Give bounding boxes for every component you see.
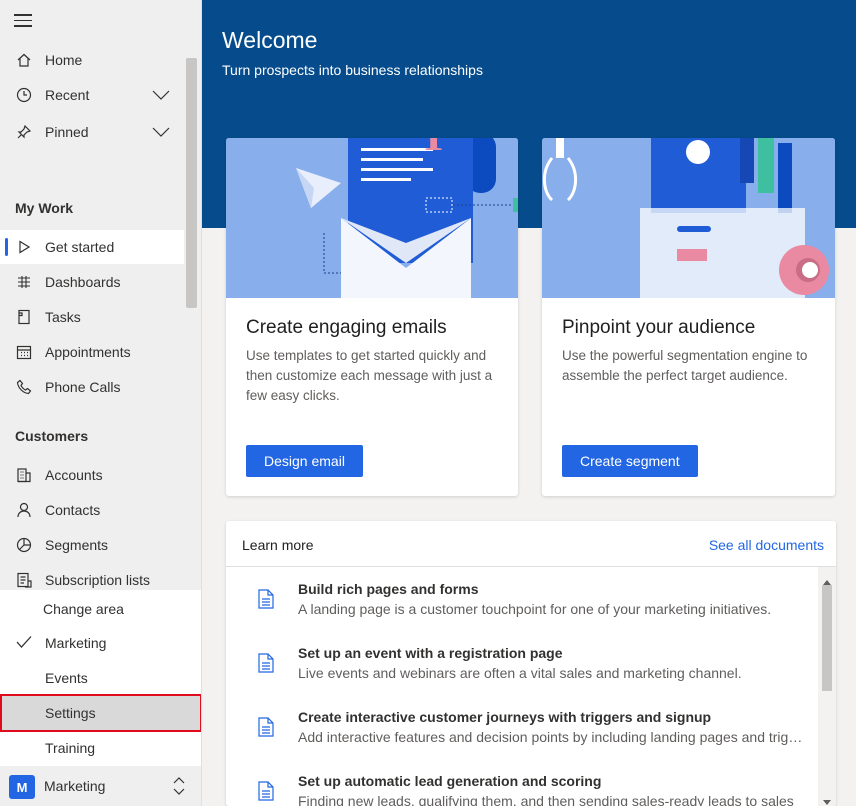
list-item[interactable]: Set up automatic lead generation and sco…: [226, 759, 818, 806]
area-item-label: Settings: [45, 705, 96, 721]
change-area-title: Change area: [43, 601, 124, 617]
scrollbar-thumb[interactable]: [822, 585, 832, 691]
person-icon: [15, 501, 33, 519]
nav-item-pinned[interactable]: Pinned: [0, 115, 184, 149]
nav-item-label: Phone Calls: [45, 379, 121, 395]
card-title: Create engaging emails: [246, 317, 447, 338]
main-content: Welcome Turn prospects into business rel…: [202, 0, 856, 806]
svg-text:T: T: [419, 138, 448, 160]
nav-item-label: Home: [45, 52, 83, 68]
learn-more-list: Build rich pages and forms A landing pag…: [226, 567, 818, 806]
checkmark-icon: [16, 635, 32, 652]
nav-item-get-started[interactable]: Get started: [0, 230, 184, 264]
nav-item-phone-calls[interactable]: Phone Calls: [0, 370, 184, 404]
list-item-title: Build rich pages and forms: [298, 581, 479, 597]
card-emails: T Create engaging emails Use templates t…: [226, 138, 518, 496]
sidebar-scrollbar[interactable]: [186, 58, 197, 308]
area-item-label: Events: [45, 670, 88, 686]
sitemap-sidebar: Home Recent Pinned My Work Get started D…: [0, 0, 202, 806]
area-item-label: Marketing: [45, 635, 107, 651]
chevron-up-down-icon: [172, 776, 186, 801]
phone-icon: [15, 378, 33, 396]
area-item-marketing[interactable]: Marketing: [2, 626, 200, 660]
nav-item-label: Segments: [45, 537, 109, 553]
list-item-description: Finding new leads, qualifying them, and …: [298, 793, 794, 806]
nav-item-label: Recent: [45, 87, 90, 103]
nav-item-segments[interactable]: Segments: [0, 528, 184, 562]
learn-more-title: Learn more: [242, 537, 314, 553]
chevron-down-icon[interactable]: [152, 88, 170, 104]
audience-illustration: [542, 138, 835, 298]
email-illustration: T: [226, 138, 518, 298]
list-item[interactable]: Build rich pages and forms A landing pag…: [226, 567, 818, 631]
list-item-description: Add interactive features and decision po…: [298, 729, 810, 745]
learn-more-panel: Learn more See all documents Build rich …: [226, 521, 836, 806]
nav-item-appointments[interactable]: Appointments: [0, 335, 184, 369]
nav-item-label: Get started: [45, 239, 115, 255]
chevron-down-icon[interactable]: [152, 125, 170, 141]
learn-more-scrollbar[interactable]: [818, 567, 836, 806]
design-email-button[interactable]: Design email: [246, 445, 363, 477]
scroll-down-icon[interactable]: [823, 793, 831, 806]
play-icon: [15, 238, 33, 256]
document-icon: [258, 653, 274, 678]
page-subtitle: Turn prospects into business relationshi…: [222, 62, 483, 78]
document-icon: [258, 781, 274, 806]
card-title: Pinpoint your audience: [562, 317, 756, 338]
area-item-label: Training: [45, 740, 96, 756]
nav-item-label: Accounts: [45, 467, 103, 483]
document-icon: [258, 717, 274, 742]
nav-item-label: Tasks: [45, 309, 81, 325]
clock-icon: [15, 86, 33, 104]
list-item[interactable]: Set up an event with a registration page…: [226, 631, 818, 695]
change-area-menu: Change area Marketing Events Settings Tr…: [0, 590, 201, 766]
list-item-title: Set up an event with a registration page: [298, 645, 563, 661]
document-icon: [258, 589, 274, 614]
area-switcher[interactable]: M Marketing: [0, 766, 201, 806]
nav-item-tasks[interactable]: Tasks: [0, 300, 184, 334]
section-my-work: My Work: [15, 200, 74, 216]
home-icon: [15, 51, 33, 69]
list-item[interactable]: Create interactive customer journeys wit…: [226, 695, 818, 759]
list-item-title: Create interactive customer journeys wit…: [298, 709, 712, 725]
hamburger-menu-icon[interactable]: [14, 14, 32, 28]
page-title: Welcome: [222, 27, 318, 53]
card-description: Use templates to get started quickly and…: [246, 348, 493, 403]
area-switcher-label: Marketing: [44, 778, 106, 794]
list-item-description: A landing page is a customer touchpoint …: [298, 601, 772, 617]
list-icon: [15, 571, 33, 589]
nav-item-label: Contacts: [45, 502, 101, 518]
area-item-settings[interactable]: Settings: [0, 694, 201, 732]
segments-icon: [15, 536, 33, 554]
nav-item-label: Appointments: [45, 344, 131, 360]
area-item-events[interactable]: Events: [2, 661, 200, 695]
pin-icon: [15, 123, 33, 141]
nav-item-label: Subscription lists: [45, 572, 151, 588]
area-badge: M: [9, 775, 35, 799]
building-icon: [15, 466, 33, 484]
create-segment-button[interactable]: Create segment: [562, 445, 698, 477]
list-item-title: Set up automatic lead generation and sco…: [298, 773, 602, 789]
nav-item-label: Dashboards: [45, 274, 121, 290]
nav-item-contacts[interactable]: Contacts: [0, 493, 184, 527]
see-all-documents-link[interactable]: See all documents: [709, 537, 824, 553]
nav-item-home[interactable]: Home: [0, 43, 184, 77]
dashboard-icon: [15, 273, 33, 291]
nav-item-accounts[interactable]: Accounts: [0, 458, 184, 492]
calendar-icon: [15, 343, 33, 361]
nav-item-recent[interactable]: Recent: [0, 78, 184, 112]
card-description: Use the powerful segmentation engine to …: [562, 348, 808, 383]
card-audience: Pinpoint your audience Use the powerful …: [542, 138, 835, 496]
tasks-icon: [15, 308, 33, 326]
learn-more-header: Learn more See all documents: [226, 521, 836, 567]
list-item-description: Live events and webinars are often a vit…: [298, 665, 742, 681]
nav-item-dashboards[interactable]: Dashboards: [0, 265, 184, 299]
section-customers: Customers: [15, 428, 89, 444]
nav-item-label: Pinned: [45, 124, 89, 140]
area-item-training[interactable]: Training: [2, 731, 200, 765]
